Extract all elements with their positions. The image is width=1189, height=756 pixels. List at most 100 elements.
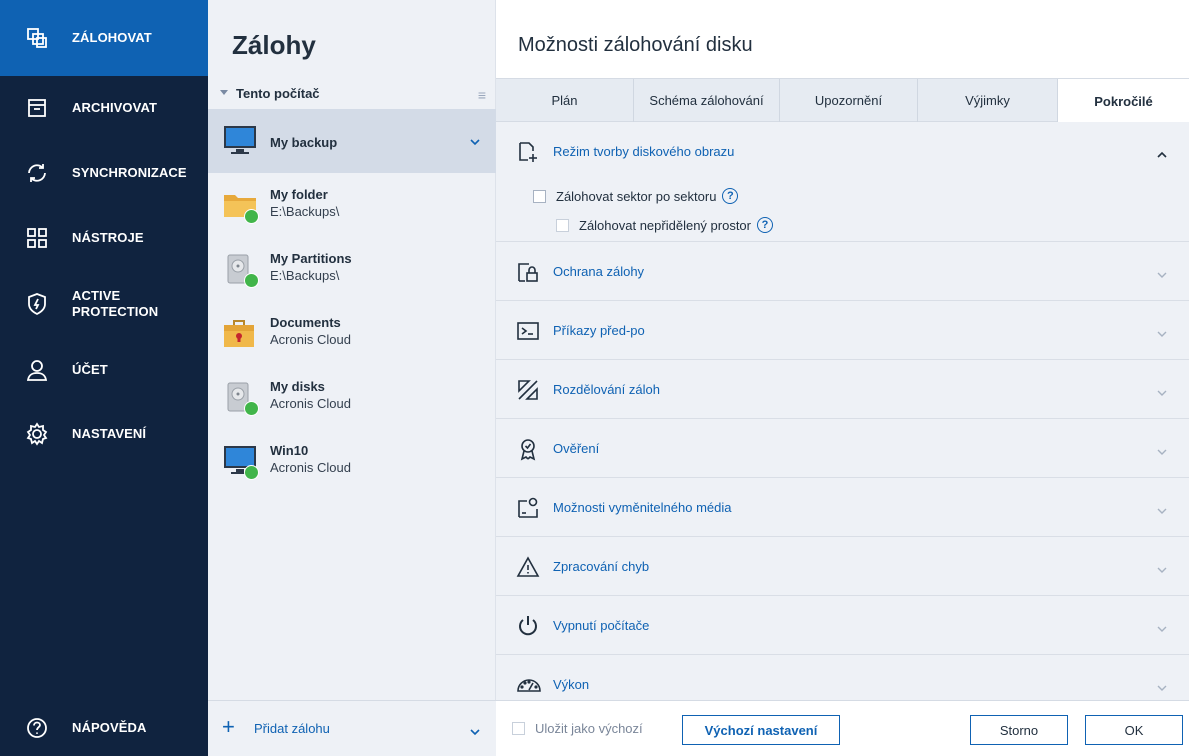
nav-item-archive[interactable]: ARCHIVOVAT — [0, 76, 208, 140]
backup-name: My backup — [270, 135, 338, 150]
help-icon — [24, 715, 50, 741]
check-icon — [244, 465, 259, 480]
archive-icon — [24, 95, 50, 121]
section-pre-post-commands[interactable]: Příkazy před-po — [496, 301, 1189, 360]
section-label: Možnosti vyměnitelného média — [553, 500, 732, 515]
section-error-handling[interactable]: Zpracování chyb — [496, 537, 1189, 596]
cancel-button[interactable]: Storno — [970, 715, 1068, 745]
section-backup-splitting[interactable]: Rozdělování záloh — [496, 360, 1189, 419]
chevron-up-icon[interactable] — [1157, 146, 1167, 164]
backup-icon — [24, 25, 50, 51]
chevron-down-icon[interactable] — [1157, 384, 1167, 402]
backup-item-my-folder[interactable]: My folder E:\Backups\ — [208, 173, 496, 237]
chevron-down-icon[interactable] — [1157, 266, 1167, 284]
chevron-down-icon[interactable] — [1157, 443, 1167, 461]
tools-icon — [24, 225, 50, 251]
check-icon — [244, 273, 259, 288]
add-backup-bar[interactable]: + Přidat zálohu — [208, 700, 496, 756]
section-label: Rozdělování záloh — [553, 382, 660, 397]
save-default-checkbox[interactable] — [512, 722, 525, 735]
section-computer-shutdown[interactable]: Vypnutí počítače — [496, 596, 1189, 655]
backup-item-documents[interactable]: Documents Acronis Cloud — [208, 301, 496, 365]
tab-exclusions[interactable]: Výjimky — [918, 79, 1058, 122]
disk-image-icon — [516, 140, 540, 164]
nav-item-help[interactable]: NÁPOVĚDA — [0, 700, 208, 756]
option-unallocated[interactable]: Zálohovat nepřidělený prostor ? — [556, 217, 773, 233]
nav-label-archive: ARCHIVOVAT — [72, 100, 158, 115]
backup-location: Acronis Cloud — [270, 460, 351, 475]
backup-name: My folder — [270, 187, 328, 202]
sidebar-nav: ZÁLOHOVAT ARCHIVOVAT SYNCHRONIZACE NÁSTR… — [0, 0, 208, 756]
unallocated-checkbox[interactable] — [556, 218, 569, 232]
section-validation[interactable]: Ověření — [496, 419, 1189, 478]
nav-item-active-protection[interactable]: ACTIVE PROTECTION — [0, 270, 208, 338]
section-removable-media[interactable]: Možnosti vyměnitelného média — [496, 478, 1189, 537]
list-title: Zálohy — [232, 30, 316, 60]
backup-name: Win10 — [270, 443, 309, 458]
folder-icon — [222, 187, 260, 224]
chevron-down-icon[interactable] — [470, 133, 480, 151]
section-label: Zpracování chyb — [553, 559, 650, 574]
check-icon — [244, 209, 259, 224]
chevron-down-icon[interactable] — [1157, 502, 1167, 520]
chevron-down-icon[interactable] — [1157, 325, 1167, 343]
section-backup-protection[interactable]: Ochrana zálohy — [496, 242, 1189, 301]
option-sector-by-sector[interactable]: Zálohovat sektor po sektoru ? — [533, 188, 739, 204]
panel-footer: Uložit jako výchozí Výchozí nastavení St… — [496, 700, 1189, 756]
group-header[interactable]: Tento počítač ≡ — [220, 86, 486, 106]
backup-list-panel: Zálohy Tento počítač ≡ My backup My fold… — [208, 0, 496, 756]
tab-notifications[interactable]: Upozornění — [780, 79, 918, 122]
section-label: Režim tvorby diskového obrazu — [553, 144, 735, 159]
add-backup-label: Přidat zálohu — [254, 721, 330, 736]
section-label: Výkon — [553, 677, 590, 692]
split-icon — [516, 378, 540, 402]
chevron-down-icon[interactable] — [1157, 679, 1167, 697]
backup-name: My disks — [270, 379, 325, 394]
account-icon — [24, 357, 50, 383]
tab-advanced[interactable]: Pokročilé — [1058, 79, 1189, 123]
nav-item-account[interactable]: ÚČET — [0, 338, 208, 402]
default-settings-button[interactable]: Výchozí nastavení — [682, 715, 840, 745]
group-label: Tento počítač — [236, 86, 320, 101]
tab-scheme[interactable]: Schéma zálohování — [634, 79, 780, 122]
sector-by-sector-checkbox[interactable] — [533, 189, 546, 203]
backup-name: Documents — [270, 315, 341, 330]
shield-icon — [24, 291, 50, 317]
backup-item-my-disks[interactable]: My disks Acronis Cloud — [208, 365, 496, 429]
ok-button[interactable]: OK — [1085, 715, 1183, 745]
options-panel: Možnosti zálohování disku Plán Schéma zá… — [496, 0, 1189, 756]
section-label: Ověření — [553, 441, 600, 456]
backup-location: Acronis Cloud — [270, 396, 351, 411]
help-icon[interactable]: ? — [757, 217, 773, 233]
lock-icon — [516, 260, 540, 284]
nav-label-tools: NÁSTROJE — [72, 230, 144, 245]
nav-label-sync: SYNCHRONIZACE — [72, 165, 187, 180]
backup-item-my-partitions[interactable]: My Partitions E:\Backups\ — [208, 237, 496, 301]
warning-icon — [516, 555, 540, 579]
tab-bar: Plán Schéma zálohování Upozornění Výjimk… — [496, 78, 1189, 123]
nav-item-backup[interactable]: ZÁLOHOVAT — [0, 0, 208, 76]
sync-icon — [24, 160, 50, 186]
removable-media-icon — [516, 496, 540, 520]
nav-label-settings: NASTAVENÍ — [72, 426, 147, 441]
tab-plan[interactable]: Plán — [496, 79, 634, 122]
backup-item-win10[interactable]: Win10 Acronis Cloud — [208, 429, 496, 493]
nav-label-active-protection: ACTIVE PROTECTION — [72, 288, 159, 319]
nav-item-tools[interactable]: NÁSTROJE — [0, 206, 208, 270]
save-default-option[interactable]: Uložit jako výchozí — [512, 721, 643, 736]
section-disk-image-mode[interactable]: Režim tvorby diskového obrazu Zálohovat … — [496, 122, 1189, 242]
sector-by-sector-label: Zálohovat sektor po sektoru — [556, 188, 717, 204]
chevron-down-icon[interactable] — [1157, 620, 1167, 638]
chevron-down-icon[interactable] — [470, 723, 480, 741]
list-menu-icon[interactable]: ≡ — [478, 87, 486, 103]
chevron-down-icon[interactable] — [1157, 561, 1167, 579]
backup-location: Acronis Cloud — [270, 332, 351, 347]
monitor-icon — [222, 123, 260, 159]
nav-item-settings[interactable]: NASTAVENÍ — [0, 402, 208, 466]
help-icon[interactable]: ? — [722, 188, 739, 204]
backup-item-my-backup[interactable]: My backup — [208, 109, 496, 173]
nav-item-sync[interactable]: SYNCHRONIZACE — [0, 140, 208, 206]
badge-icon — [516, 437, 540, 461]
section-label: Ochrana zálohy — [553, 264, 645, 279]
speedometer-icon — [516, 673, 541, 697]
